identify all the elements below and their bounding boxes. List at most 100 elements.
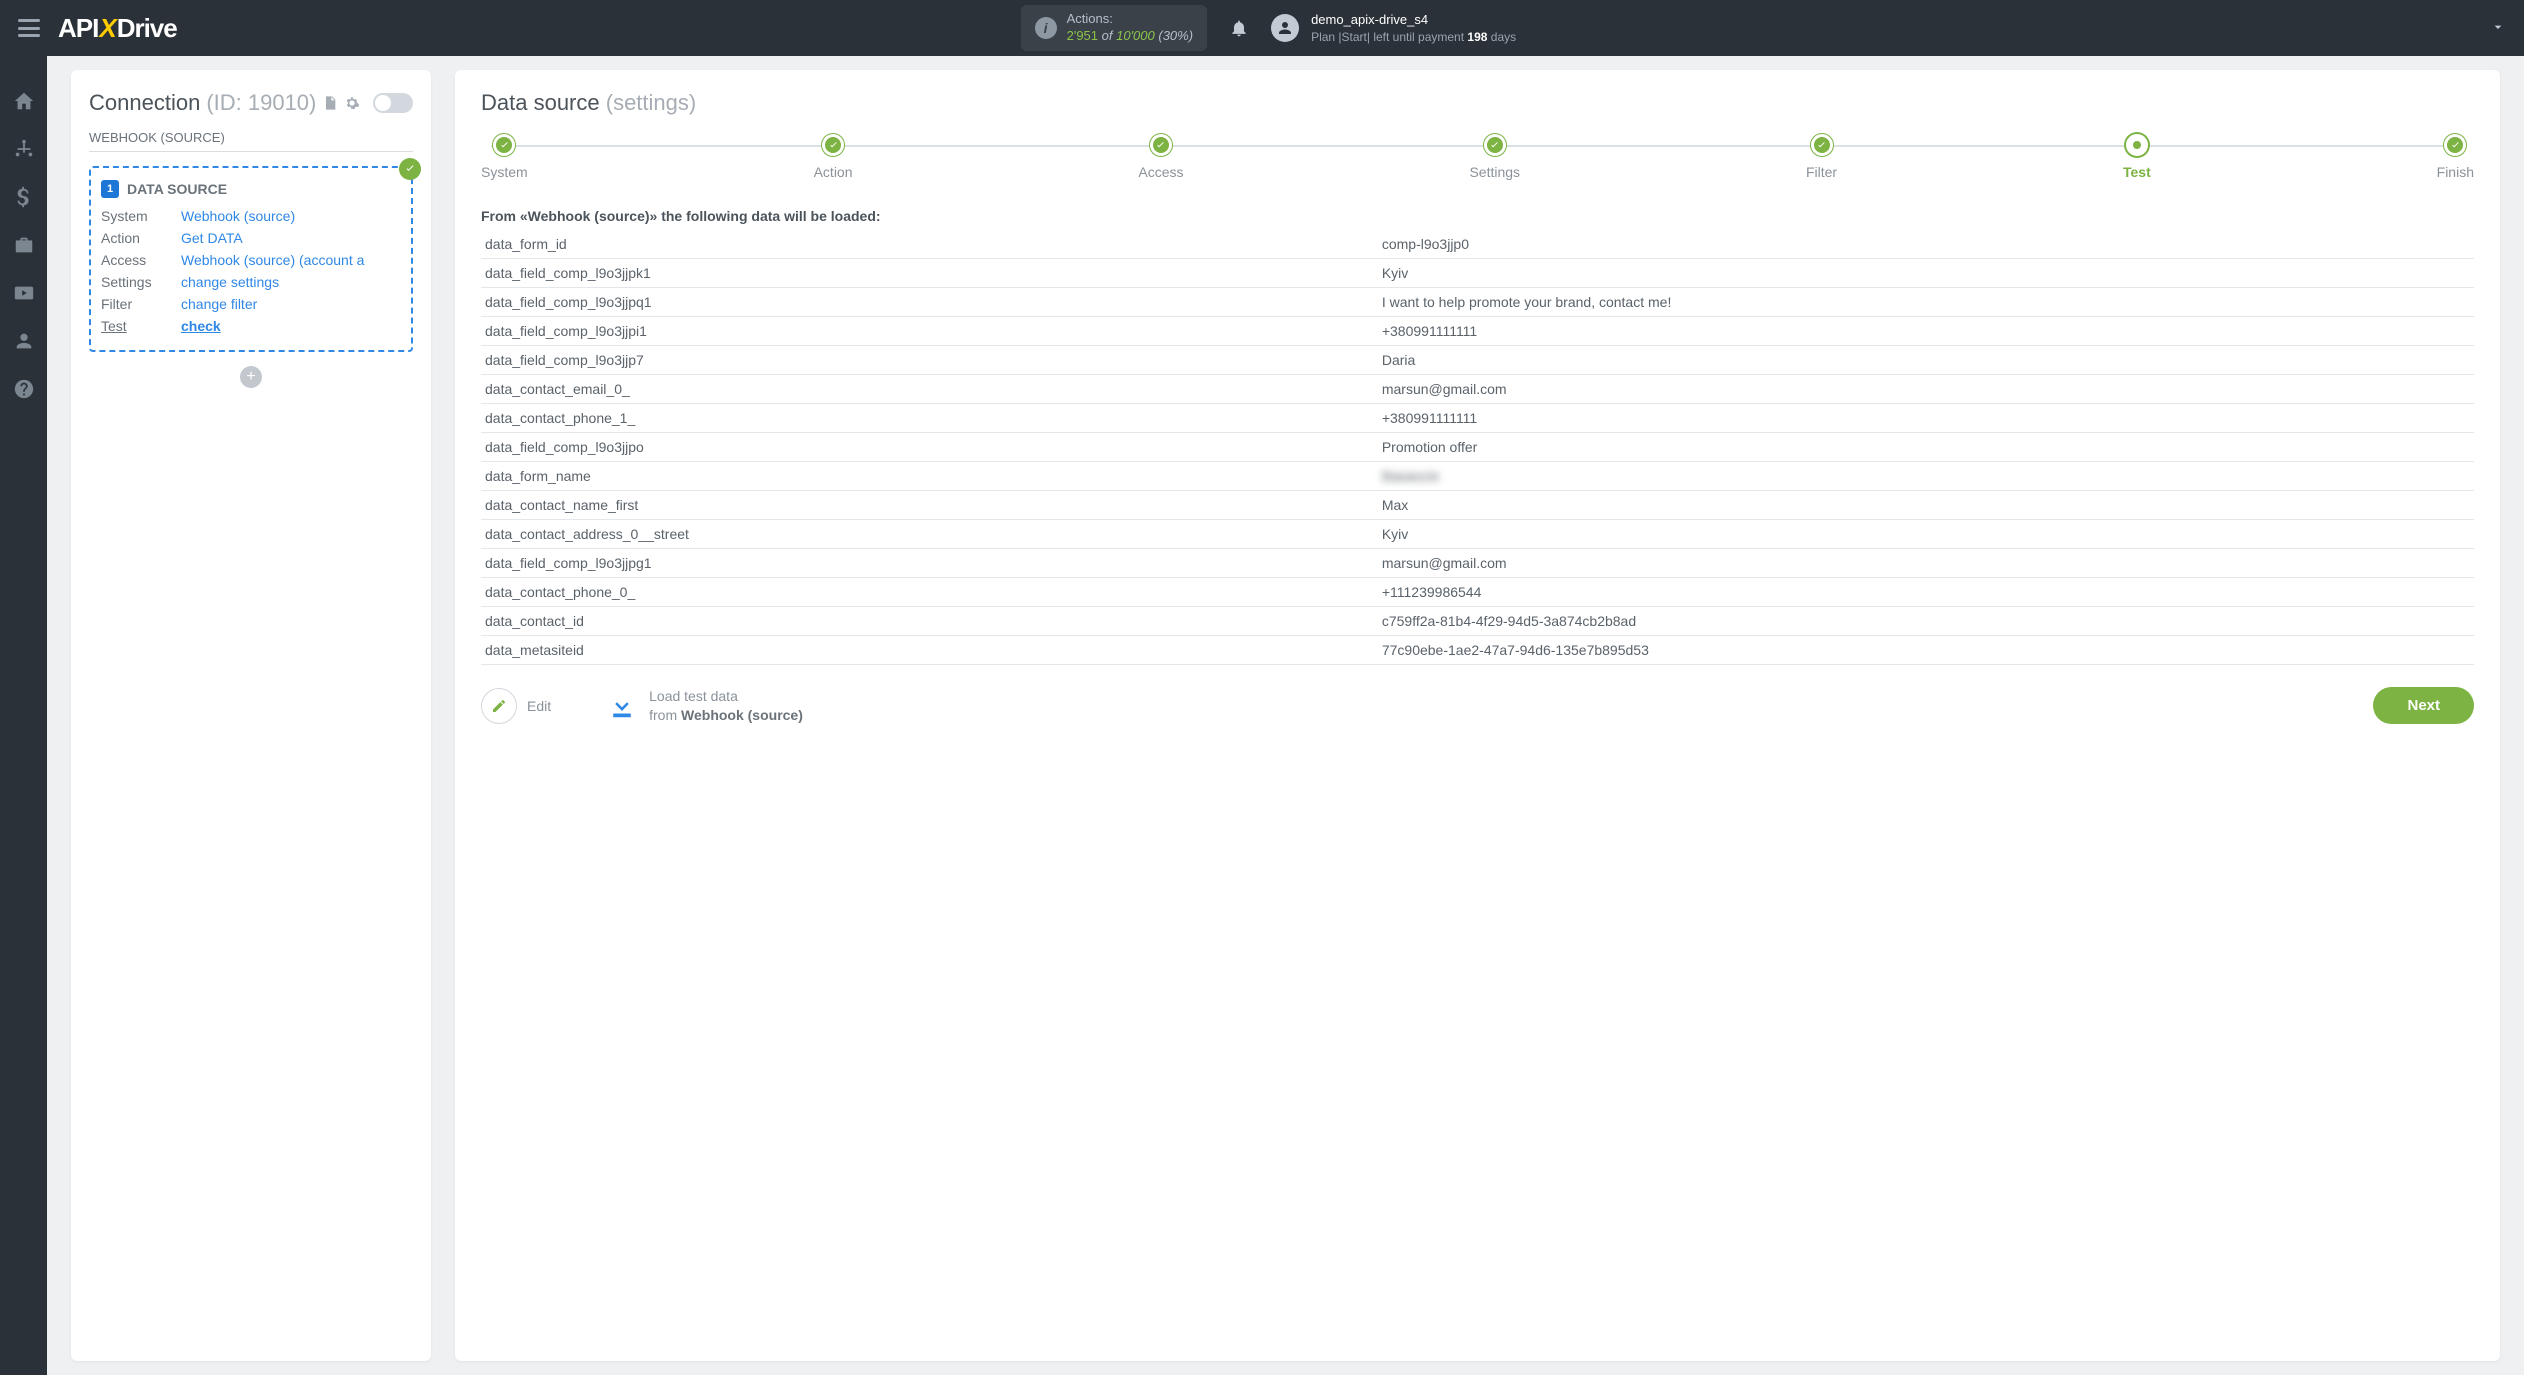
data-source-panel: Data source (settings) System Action Acces… bbox=[455, 70, 2500, 1361]
webhook-label: WEBHOOK (SOURCE) bbox=[89, 130, 413, 152]
ds-badge: 1 bbox=[101, 180, 119, 198]
cell-key: data_field_comp_l9o3jjpi1 bbox=[481, 317, 1378, 346]
step-circle bbox=[1150, 134, 1172, 156]
actions-label: Actions: bbox=[1067, 11, 1193, 28]
step-circle bbox=[822, 134, 844, 156]
row-settings-link[interactable]: change settings bbox=[181, 274, 401, 290]
stepper: System Action Access Settings Filter Test Fini… bbox=[481, 134, 2474, 180]
panel-title: Data source (settings) bbox=[481, 90, 2474, 116]
cell-key: data_metasiteid bbox=[481, 636, 1378, 665]
next-button[interactable]: Next bbox=[2373, 687, 2474, 724]
bell-icon[interactable] bbox=[1229, 18, 1249, 38]
row-filter-k: Filter bbox=[101, 296, 181, 312]
step-finish[interactable]: Finish bbox=[2437, 134, 2474, 180]
cell-value: Max bbox=[1378, 491, 2474, 520]
table-row: data_field_comp_l9o3jjp7Daria bbox=[481, 346, 2474, 375]
row-access-link[interactable]: Webhook (source) (account a bbox=[181, 252, 401, 268]
user-block[interactable]: demo_apix-drive_s4 Plan |Start| left unt… bbox=[1271, 11, 1516, 45]
connections-icon[interactable] bbox=[13, 138, 35, 160]
cell-key: data_contact_address_0__street bbox=[481, 520, 1378, 549]
logo-x: X bbox=[99, 13, 115, 43]
cell-value: I want to help promote your brand, conta… bbox=[1378, 288, 2474, 317]
cell-value: Promotion offer bbox=[1378, 433, 2474, 462]
cell-key: data_contact_name_first bbox=[481, 491, 1378, 520]
load-test-data-button[interactable]: Load test data from Webhook (source) bbox=[607, 687, 803, 725]
step-circle bbox=[2444, 134, 2466, 156]
cell-value: c759ff2a-81b4-4f29-94d5-3a874cb2b8ad bbox=[1378, 607, 2474, 636]
row-test-link[interactable]: check bbox=[181, 318, 401, 334]
table-row: data_contact_phone_1_+380991111111 bbox=[481, 404, 2474, 433]
cell-value: +380991111111 bbox=[1378, 317, 2474, 346]
pencil-icon bbox=[481, 688, 517, 724]
step-test[interactable]: Test bbox=[2123, 134, 2151, 180]
cell-key: data_contact_email_0_ bbox=[481, 375, 1378, 404]
table-row: data_form_idcomp-l9o3jjp0 bbox=[481, 230, 2474, 259]
billing-icon[interactable] bbox=[13, 186, 35, 208]
table-row: data_contact_address_0__streetKyiv bbox=[481, 520, 2474, 549]
row-filter-link[interactable]: change filter bbox=[181, 296, 401, 312]
connection-title: Connection bbox=[89, 90, 200, 116]
cell-key: data_contact_phone_1_ bbox=[481, 404, 1378, 433]
row-action-link[interactable]: Get DATA bbox=[181, 230, 401, 246]
step-label: Access bbox=[1138, 164, 1183, 180]
table-row: data_field_comp_l9o3jjpq1I want to help … bbox=[481, 288, 2474, 317]
step-label: Finish bbox=[2437, 164, 2474, 180]
connection-toggle[interactable] bbox=[373, 93, 413, 113]
topbar: APIXDrive i Actions: 2'951 of 10'000 (30… bbox=[0, 0, 2524, 56]
connection-header: Connection (ID: 19010) bbox=[89, 90, 413, 116]
step-label: Test bbox=[2123, 164, 2151, 180]
table-row: data_field_comp_l9o3jjpi1+380991111111 bbox=[481, 317, 2474, 346]
logo-text-post: Drive bbox=[117, 13, 177, 43]
step-settings[interactable]: Settings bbox=[1469, 134, 1520, 180]
step-circle bbox=[493, 134, 515, 156]
row-settings-k: Settings bbox=[101, 274, 181, 290]
row-system-link[interactable]: Webhook (source) bbox=[181, 208, 401, 224]
cell-value: Daria bbox=[1378, 346, 2474, 375]
avatar-icon bbox=[1271, 14, 1299, 42]
table-row: data_contact_name_firstMax bbox=[481, 491, 2474, 520]
cell-value: Вакансія bbox=[1378, 462, 2474, 491]
help-icon[interactable] bbox=[13, 378, 35, 400]
cell-value: marsun@gmail.com bbox=[1378, 375, 2474, 404]
check-icon bbox=[399, 158, 421, 180]
connection-id: (ID: 19010) bbox=[206, 90, 316, 116]
logo-text-pre: API bbox=[58, 13, 98, 43]
menu-icon[interactable] bbox=[18, 19, 40, 37]
table-row: data_contact_idc759ff2a-81b4-4f29-94d5-3… bbox=[481, 607, 2474, 636]
video-icon[interactable] bbox=[13, 282, 35, 304]
info-icon: i bbox=[1035, 17, 1057, 39]
actions-counter[interactable]: i Actions: 2'951 of 10'000 (30%) bbox=[1021, 5, 1207, 51]
briefcase-icon[interactable] bbox=[13, 234, 35, 256]
table-row: data_metasiteid77c90ebe-1ae2-47a7-94d6-1… bbox=[481, 636, 2474, 665]
edit-button[interactable]: Edit bbox=[481, 688, 551, 724]
table-row: data_contact_email_0_marsun@gmail.com bbox=[481, 375, 2474, 404]
step-circle bbox=[1484, 134, 1506, 156]
data-source-box[interactable]: 1 DATA SOURCE SystemWebhook (source) Act… bbox=[89, 166, 413, 352]
username: demo_apix-drive_s4 bbox=[1311, 11, 1516, 29]
step-label: Filter bbox=[1806, 164, 1837, 180]
logo[interactable]: APIXDrive bbox=[58, 13, 177, 44]
doc-icon[interactable] bbox=[322, 95, 338, 111]
cell-key: data_form_id bbox=[481, 230, 1378, 259]
cell-key: data_field_comp_l9o3jjp7 bbox=[481, 346, 1378, 375]
step-circle bbox=[2126, 134, 2148, 156]
chevron-down-icon[interactable] bbox=[2360, 19, 2506, 38]
gear-icon[interactable] bbox=[344, 95, 360, 111]
step-action[interactable]: Action bbox=[814, 134, 853, 180]
cell-value: Kyiv bbox=[1378, 520, 2474, 549]
home-icon[interactable] bbox=[13, 90, 35, 112]
cell-key: data_field_comp_l9o3jjpg1 bbox=[481, 549, 1378, 578]
step-circle bbox=[1811, 134, 1833, 156]
step-label: Settings bbox=[1469, 164, 1520, 180]
profile-icon[interactable] bbox=[13, 330, 35, 352]
step-access[interactable]: Access bbox=[1138, 134, 1183, 180]
row-test-k: Test bbox=[101, 318, 181, 334]
step-filter[interactable]: Filter bbox=[1806, 134, 1837, 180]
data-table: data_form_idcomp-l9o3jjp0data_field_comp… bbox=[481, 230, 2474, 665]
cell-value: Kyiv bbox=[1378, 259, 2474, 288]
cell-key: data_contact_id bbox=[481, 607, 1378, 636]
add-destination-button[interactable]: + bbox=[240, 366, 262, 388]
table-row: data_field_comp_l9o3jjpk1Kyiv bbox=[481, 259, 2474, 288]
user-text: demo_apix-drive_s4 Plan |Start| left unt… bbox=[1311, 11, 1516, 45]
step-system[interactable]: System bbox=[481, 134, 528, 180]
